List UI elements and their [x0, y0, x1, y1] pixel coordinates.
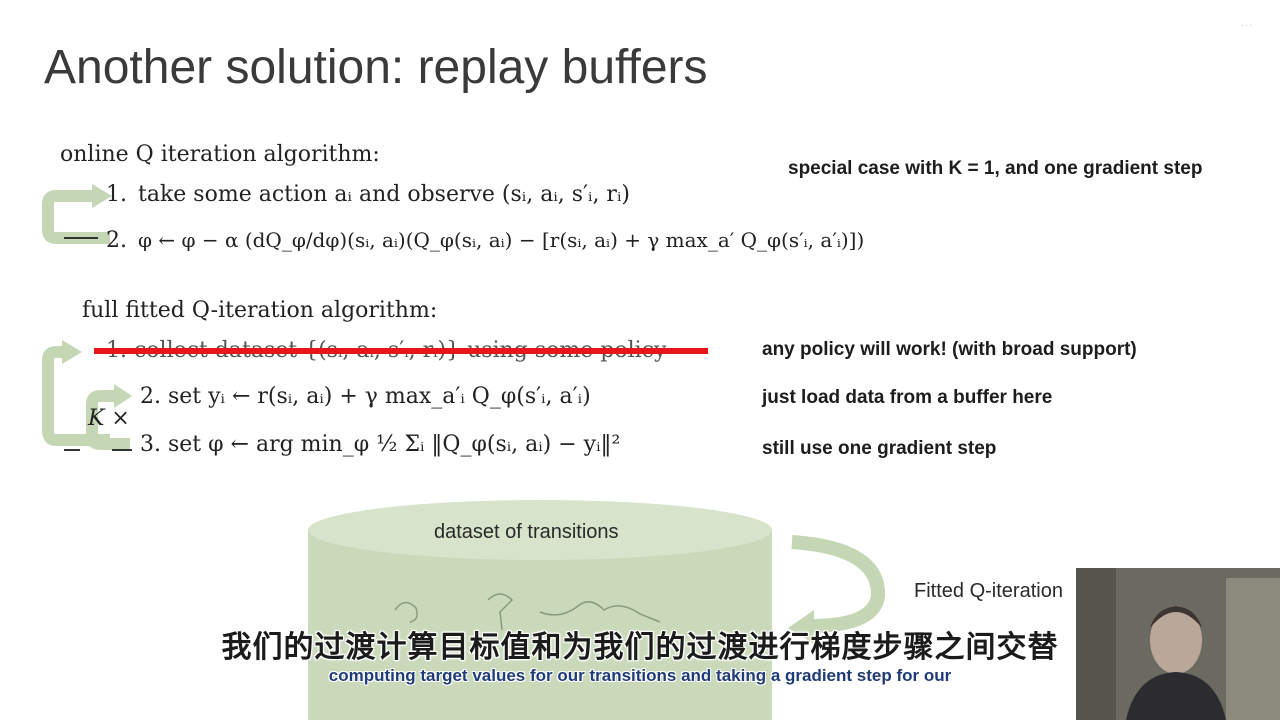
online-heading: online Q iteration algorithm: [60, 142, 380, 167]
online-note: special case with K = 1, and one gradien… [788, 158, 1203, 179]
fitted-q-iteration-label: Fitted Q-iteration [914, 580, 1063, 602]
fitted-note-gradient: still use one gradient step [762, 438, 997, 459]
strikethrough-line [94, 348, 708, 354]
fitted-heading: full fitted Q-iteration algorithm: [82, 298, 438, 323]
online-step2: φ ← φ − α (dQ_φ/dφ)(sᵢ, aᵢ)(Q_φ(sᵢ, aᵢ) … [138, 228, 865, 252]
subtitle-chinese: 我们的过渡计算目标值和为我们的过渡进行梯度步骤之间交替 [221, 630, 1059, 665]
fitted-outer-arrowhead-icon [62, 340, 82, 364]
fitted-inner-arrowhead-icon [114, 384, 132, 408]
buffer-label: dataset of transitions [434, 521, 619, 543]
fitted-step3: 3. set φ ← arg min_φ ½ Σᵢ ‖Q_φ(sᵢ, aᵢ) −… [140, 432, 621, 457]
fitted-step2: 2. set yᵢ ← r(sᵢ, aᵢ) + γ max_a′ᵢ Q_φ(s′… [140, 384, 591, 409]
k-times-label: K × [88, 406, 130, 431]
online-step1-number: 1. [106, 182, 127, 207]
fitted-q-curve-arrow-icon [791, 535, 885, 633]
fitted-note-policy: any policy will work! (with broad suppor… [762, 339, 1137, 360]
fitted-note-buffer: just load data from a buffer here [762, 387, 1053, 408]
subtitle-english: computing target values for our transiti… [328, 666, 952, 685]
online-step2-number: 2. [106, 228, 127, 253]
online-step1: take some action aᵢ and observe (sᵢ, aᵢ,… [138, 182, 630, 207]
